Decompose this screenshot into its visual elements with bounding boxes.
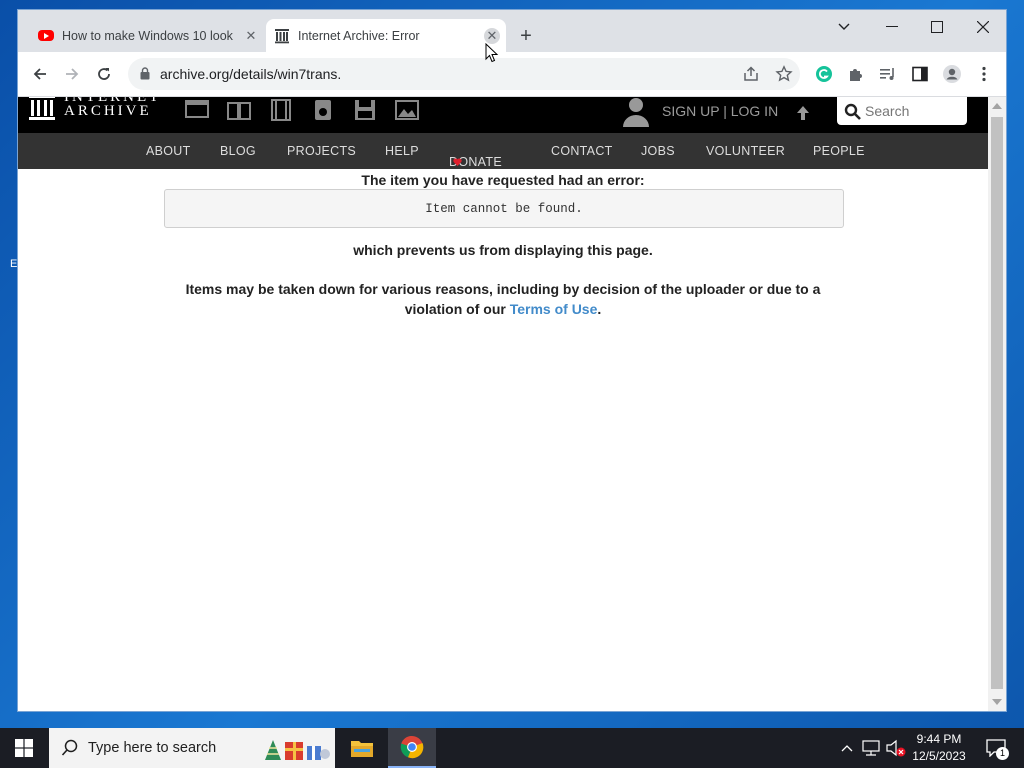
- browser-toolbar: archive.org/details/win7trans.: [18, 52, 1006, 97]
- mouse-pointer-icon: [485, 42, 499, 68]
- chrome-taskbar-icon[interactable]: [388, 728, 436, 768]
- new-tab-button[interactable]: +: [516, 26, 536, 47]
- nav-volunteer[interactable]: VOLUNTEER: [706, 144, 785, 158]
- page-scrollbar[interactable]: [988, 97, 1006, 711]
- software-disk-icon[interactable]: [352, 99, 378, 121]
- logo-text-line2: ARCHIVE: [64, 103, 152, 119]
- archive-nav-bar: ABOUT BLOG PROJECTS HELP DONATE CONTACT …: [18, 133, 988, 169]
- nav-jobs[interactable]: JOBS: [641, 144, 675, 158]
- grammarly-extension-icon[interactable]: [814, 64, 834, 84]
- url-text[interactable]: archive.org/details/win7trans.: [160, 66, 341, 82]
- forward-button[interactable]: [60, 62, 84, 86]
- nav-projects[interactable]: PROJECTS: [287, 144, 356, 158]
- images-icon[interactable]: [394, 99, 420, 121]
- tab-search-chevron-icon[interactable]: [830, 16, 858, 38]
- error-message-box: Item cannot be found.: [164, 189, 844, 228]
- youtube-icon: [38, 28, 54, 44]
- audio-speaker-icon[interactable]: [310, 99, 336, 121]
- clock-date: 12/5/2023: [912, 749, 966, 763]
- error-reason-line1: Items may be taken down for various reas…: [185, 281, 821, 297]
- terms-of-use-link[interactable]: Terms of Use: [510, 301, 598, 317]
- maximize-button[interactable]: [923, 16, 951, 38]
- web-media-icon[interactable]: [184, 99, 210, 121]
- error-reason-line2-suffix: .: [597, 301, 602, 317]
- browser-window: How to make Windows 10 look ✕ Internet A…: [18, 10, 1006, 711]
- archive-icon: [274, 28, 290, 44]
- archive-top-bar: INTERNET ARCHIVE SIGN UP | LOG IN Search: [18, 97, 988, 133]
- nav-help[interactable]: HELP: [385, 144, 419, 158]
- reload-button[interactable]: [92, 62, 116, 86]
- tab-internet-archive[interactable]: Internet Archive: Error ✕: [266, 19, 506, 52]
- upload-arrow-icon[interactable]: [796, 105, 810, 126]
- texts-book-icon[interactable]: [226, 99, 252, 121]
- search-highlights-gifts-icon[interactable]: [263, 734, 331, 767]
- user-avatar-icon[interactable]: [622, 97, 650, 132]
- nav-blog[interactable]: BLOG: [220, 144, 256, 158]
- media-controls-icon[interactable]: [878, 64, 898, 84]
- bookmark-star-icon[interactable]: [775, 65, 793, 83]
- search-placeholder: Search: [865, 103, 910, 119]
- video-film-icon[interactable]: [268, 99, 294, 121]
- nav-people[interactable]: PEOPLE: [813, 144, 865, 158]
- heart-icon: [453, 155, 462, 166]
- minimize-button[interactable]: [878, 16, 906, 38]
- share-icon[interactable]: [742, 65, 760, 83]
- tab-title: Internet Archive: Error: [298, 28, 420, 43]
- close-tab-icon[interactable]: ✕: [484, 27, 500, 44]
- volume-muted-icon[interactable]: [884, 728, 908, 768]
- error-reason-paragraph: Items may be taken down for various reas…: [178, 279, 828, 319]
- desktop-icon-fragment[interactable]: E: [10, 258, 17, 270]
- error-message: Item cannot be found.: [425, 202, 583, 216]
- show-hidden-icons-chevron[interactable]: [836, 728, 858, 768]
- extensions-puzzle-icon[interactable]: [846, 64, 866, 84]
- search-icon: [844, 103, 861, 120]
- profile-avatar-icon[interactable]: [942, 64, 962, 84]
- nav-about[interactable]: ABOUT: [146, 144, 191, 158]
- lock-icon[interactable]: [140, 67, 150, 85]
- archive-search-box[interactable]: Search: [837, 97, 967, 125]
- system-clock[interactable]: 9:44 PM 12/5/2023: [912, 731, 966, 765]
- error-heading: The item you have requested had an error…: [361, 172, 645, 188]
- scrollbar-thumb[interactable]: [991, 117, 1003, 689]
- address-bar[interactable]: archive.org/details/win7trans.: [128, 58, 800, 90]
- tab-title: How to make Windows 10 look: [62, 28, 233, 43]
- side-panel-icon[interactable]: [910, 64, 930, 84]
- back-button[interactable]: [28, 62, 52, 86]
- signup-login-link[interactable]: SIGN UP | LOG IN: [662, 103, 778, 119]
- tab-youtube[interactable]: How to make Windows 10 look ✕: [30, 19, 265, 52]
- search-icon: [61, 739, 78, 756]
- archive-temple-icon: [29, 97, 55, 120]
- error-reason-line2-prefix: violation of our: [404, 301, 506, 317]
- scroll-up-arrow-icon[interactable]: [992, 103, 1002, 109]
- taskbar-search-box[interactable]: Type here to search: [49, 728, 335, 768]
- taskbar: Type here to search 9:44 PM 12/5/2023 1: [0, 728, 1024, 768]
- scroll-down-arrow-icon[interactable]: [992, 699, 1002, 705]
- start-button[interactable]: [0, 728, 48, 768]
- web-page: INTERNET ARCHIVE SIGN UP | LOG IN Search…: [18, 97, 988, 711]
- nav-contact[interactable]: CONTACT: [551, 144, 613, 158]
- windows-logo-icon: [15, 739, 33, 757]
- notification-count-badge: 1: [996, 747, 1009, 760]
- error-prevents-text: which prevents us from displaying this p…: [353, 242, 653, 258]
- taskbar-search-placeholder: Type here to search: [88, 740, 217, 756]
- file-explorer-taskbar-icon[interactable]: [338, 728, 386, 768]
- kebab-menu-icon[interactable]: [974, 64, 994, 84]
- tab-strip: How to make Windows 10 look ✕ Internet A…: [18, 10, 1006, 52]
- network-icon[interactable]: [860, 728, 882, 768]
- clock-time: 9:44 PM: [916, 732, 962, 746]
- close-window-button[interactable]: [969, 16, 997, 38]
- notification-center-button[interactable]: 1: [978, 728, 1014, 768]
- close-tab-icon[interactable]: ✕: [243, 28, 259, 44]
